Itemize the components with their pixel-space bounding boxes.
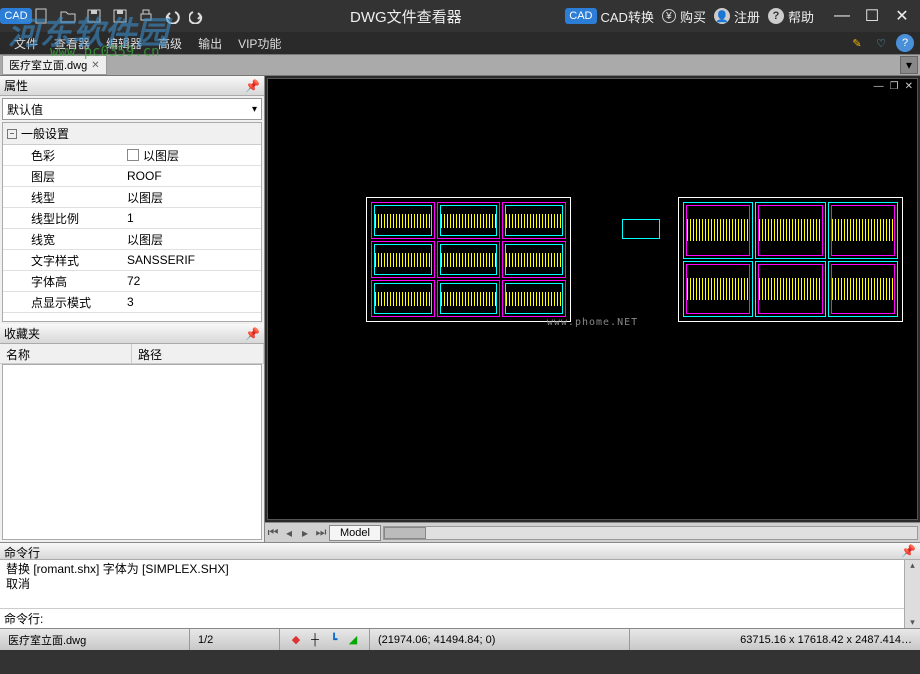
property-section[interactable]: − 一般设置 [3, 123, 261, 145]
favorites-body[interactable] [2, 364, 262, 540]
help-circle-icon[interactable]: ? [896, 34, 914, 52]
cad-sheet-2 [622, 219, 660, 239]
grid-icon[interactable]: ┼ [307, 632, 323, 648]
canvas-min-icon[interactable]: — [872, 81, 886, 92]
scroll-up-icon: ▴ [905, 560, 920, 571]
col-path-header[interactable]: 路径 [132, 344, 264, 363]
command-header: 命令行 📌 [0, 542, 920, 560]
pin-icon[interactable]: 📌 [245, 79, 260, 93]
checkbox-icon [127, 149, 139, 161]
palette-icon[interactable]: ◆ [288, 632, 304, 648]
undo-icon[interactable] [160, 4, 184, 28]
edit-pen-icon[interactable]: ✎ [848, 34, 866, 52]
tab-close-icon[interactable]: ✕ [91, 60, 99, 71]
tab-scroll-prev-icon[interactable]: ◂ [281, 526, 297, 540]
prop-row: 线型比例1 [3, 208, 261, 229]
command-input-row: 命令行: [0, 608, 904, 628]
status-tool-icons: ◆ ┼ ┗ ◢ [280, 629, 370, 650]
statusbar: 医疗室立面.dwg 1/2 ◆ ┼ ┗ ◢ (21974.06; 41494.8… [0, 628, 920, 650]
tab-scroll-last-icon[interactable]: ⏭ [313, 525, 329, 540]
new-icon[interactable] [30, 4, 54, 28]
buy-button[interactable]: ¥ 购买 [662, 7, 706, 26]
heart-icon[interactable]: ♡ [872, 34, 890, 52]
ortho-icon[interactable]: ┗ [326, 632, 342, 648]
command-prompt: 命令行: [4, 610, 43, 627]
pin-icon[interactable]: 📌 [245, 327, 260, 341]
tab-scroll-next-icon[interactable]: ▸ [297, 526, 313, 540]
save-icon-2[interactable] [108, 4, 132, 28]
close-button[interactable]: ✕ [892, 6, 912, 26]
prop-row: 图层ROOF [3, 166, 261, 187]
property-grid[interactable]: − 一般设置 色彩以图层 图层ROOF 线型以图层 线型比例1 线宽以图层 文字… [2, 122, 262, 322]
cad-sheet-3 [678, 197, 903, 322]
yen-icon: ¥ [662, 9, 676, 23]
help-icon: ? [768, 8, 784, 24]
tab-scroll-first-icon[interactable]: ⏮ [265, 525, 281, 540]
cad-sheet-1 [366, 197, 571, 322]
menubar: 文件 查看器 编辑器 高级 输出 VIP功能 ✎ ♡ ? [0, 32, 920, 54]
status-file: 医疗室立面.dwg [0, 629, 190, 650]
col-name-header[interactable]: 名称 [0, 344, 132, 363]
prop-row: 色彩以图层 [3, 145, 261, 166]
open-icon[interactable] [56, 4, 80, 28]
model-tab-row: ⏮ ◂ ▸ ⏭ Model [265, 522, 920, 542]
pin-icon[interactable]: 📌 [901, 544, 916, 558]
status-page: 1/2 [190, 629, 280, 650]
favorites-columns: 名称 路径 [0, 344, 264, 364]
canvas-watermark: www.phome.NET [547, 317, 638, 328]
menu-editor[interactable]: 编辑器 [98, 35, 150, 52]
horizontal-scrollbar[interactable] [383, 526, 918, 540]
left-panel: 属性 📌 默认值 ▾ − 一般设置 色彩以图层 图层ROOF 线型以图层 线型比… [0, 76, 265, 542]
drawing-canvas[interactable]: — ❐ ✕ www.phome.NET [267, 78, 918, 520]
prop-row: 字体高72 [3, 271, 261, 292]
register-button[interactable]: 👤 注册 [714, 7, 760, 26]
menu-vip[interactable]: VIP功能 [230, 35, 289, 52]
command-scrollbar[interactable]: ▴ ▾ [904, 560, 920, 628]
app-icon: CAD [4, 4, 28, 28]
chevron-down-icon: ▾ [252, 104, 257, 115]
minimize-button[interactable]: — [832, 6, 852, 26]
file-tab-active[interactable]: 医疗室立面.dwg ✕ [2, 55, 107, 75]
canvas-restore-icon[interactable]: ❐ [888, 81, 901, 92]
user-icon: 👤 [714, 8, 730, 24]
default-combo[interactable]: 默认值 ▾ [2, 98, 262, 120]
canvas-wrap: — ❐ ✕ www.phome.NET ⏮ ◂ [265, 76, 920, 542]
cad-badge-icon: CAD [565, 8, 596, 24]
titlebar: CAD DWG文件查看器 CAD CAD转换 ¥ 购买 👤 注册 ? 帮助 — … [0, 0, 920, 32]
command-log: 替换 [romant.shx] 字体为 [SIMPLEX.SHX] 取消 [0, 560, 904, 608]
command-input[interactable] [47, 612, 900, 626]
menu-viewer[interactable]: 查看器 [46, 35, 98, 52]
status-dims: 63715.16 x 17618.42 x 2487.414… [732, 629, 920, 650]
favorites-header: 收藏夹 📌 [0, 324, 264, 344]
collapse-icon[interactable]: − [7, 129, 17, 139]
file-tabbar: 医疗室立面.dwg ✕ ▾ [0, 54, 920, 76]
scroll-down-icon: ▾ [905, 617, 920, 628]
window-title: DWG文件查看器 [350, 6, 462, 27]
redo-icon[interactable] [186, 4, 210, 28]
canvas-close-icon[interactable]: ✕ [903, 81, 915, 92]
print-icon[interactable] [134, 4, 158, 28]
menu-output[interactable]: 输出 [190, 35, 230, 52]
prop-row: 文字样式SANSSERIF [3, 250, 261, 271]
prop-row: 点显示模式3 [3, 292, 261, 313]
menu-advanced[interactable]: 高级 [150, 35, 190, 52]
prop-row: 线型以图层 [3, 187, 261, 208]
prop-row: 线宽以图层 [3, 229, 261, 250]
help-button[interactable]: ? 帮助 [768, 7, 814, 26]
properties-header: 属性 📌 [0, 76, 264, 96]
snap-icon[interactable]: ◢ [345, 632, 361, 648]
save-icon[interactable] [82, 4, 106, 28]
model-tab[interactable]: Model [329, 525, 381, 541]
menu-file[interactable]: 文件 [6, 35, 46, 52]
cad-convert-button[interactable]: CAD CAD转换 [565, 7, 654, 26]
status-coords: (21974.06; 41494.84; 0) [370, 629, 630, 650]
maximize-button[interactable]: ☐ [862, 6, 882, 26]
tab-drop-icon[interactable]: ▾ [900, 56, 918, 74]
